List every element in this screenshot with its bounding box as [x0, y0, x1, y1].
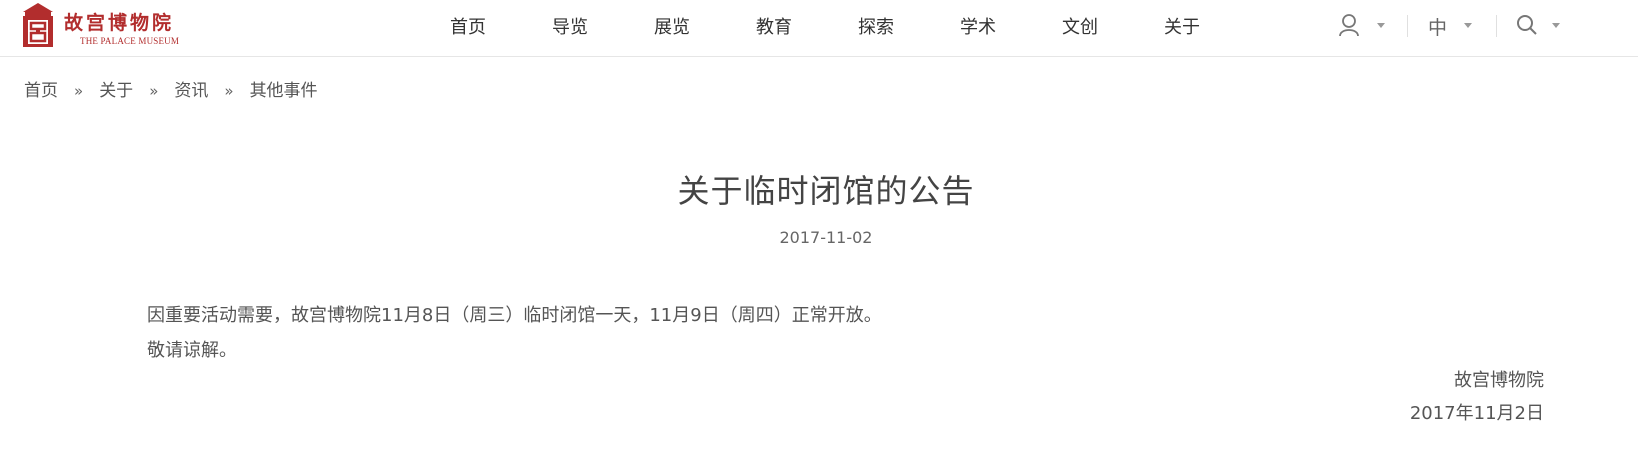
nav-item-about[interactable]: 关于: [1164, 13, 1200, 39]
user-icon: [1339, 14, 1359, 37]
article-body: 因重要活动需要，故宫博物院11月8日（周三）临时闭馆一天，11月9日（周四）正常…: [147, 298, 882, 368]
header-divider: [1407, 15, 1408, 37]
article-title: 关于临时闭馆的公告: [677, 172, 975, 210]
nav-item-guide[interactable]: 导览: [552, 13, 588, 39]
search-button[interactable]: [1516, 12, 1566, 40]
breadcrumb-separator: »: [149, 82, 159, 100]
chevron-down-icon: [1377, 23, 1385, 28]
nav-item-creative[interactable]: 文创: [1062, 13, 1098, 39]
language-label: 中: [1428, 17, 1448, 39]
palace-museum-logo[interactable]: 故宫博物院 THE PALACE MUSEUM: [20, 2, 180, 50]
logo-name: 故宫博物院: [64, 12, 175, 34]
nav-item-home[interactable]: 首页: [450, 13, 486, 39]
article-paragraph: 因重要活动需要，故宫博物院11月8日（周三）临时闭馆一天，11月9日（周四）正常…: [147, 305, 882, 326]
nav-item-academic[interactable]: 学术: [960, 13, 996, 39]
breadcrumb-about[interactable]: 关于: [99, 81, 133, 101]
article-paragraph: 敬请谅解。: [147, 340, 237, 361]
nav-item-exhibitions[interactable]: 展览: [654, 13, 690, 39]
article-signature-date: 2017年11月2日: [1409, 403, 1544, 424]
nav-item-explore[interactable]: 探索: [858, 13, 894, 39]
chevron-down-icon: [1464, 23, 1472, 28]
breadcrumb-other-events[interactable]: 其他事件: [250, 81, 318, 101]
palace-gate-icon: [23, 3, 53, 47]
site-header: 故宫博物院 THE PALACE MUSEUM 首页 导览 展览 教育 探索 学…: [0, 0, 1638, 57]
user-menu-button[interactable]: [1338, 12, 1388, 40]
header-divider: [1496, 15, 1497, 37]
breadcrumb-separator: »: [224, 82, 234, 100]
article-date: 2017-11-02: [779, 228, 873, 247]
nav-item-education[interactable]: 教育: [756, 13, 792, 39]
language-switch[interactable]: 中: [1428, 0, 1478, 39]
logo-subtitle: THE PALACE MUSEUM: [80, 36, 180, 46]
breadcrumb-home[interactable]: 首页: [24, 81, 58, 101]
breadcrumb-separator: »: [74, 82, 84, 100]
chevron-down-icon: [1552, 23, 1560, 28]
search-icon: [1517, 15, 1537, 35]
breadcrumb-news[interactable]: 资讯: [174, 81, 208, 101]
breadcrumb: 首页 » 关于 » 资讯 » 其他事件: [24, 76, 318, 101]
article-signature: 故宫博物院: [1454, 370, 1544, 391]
